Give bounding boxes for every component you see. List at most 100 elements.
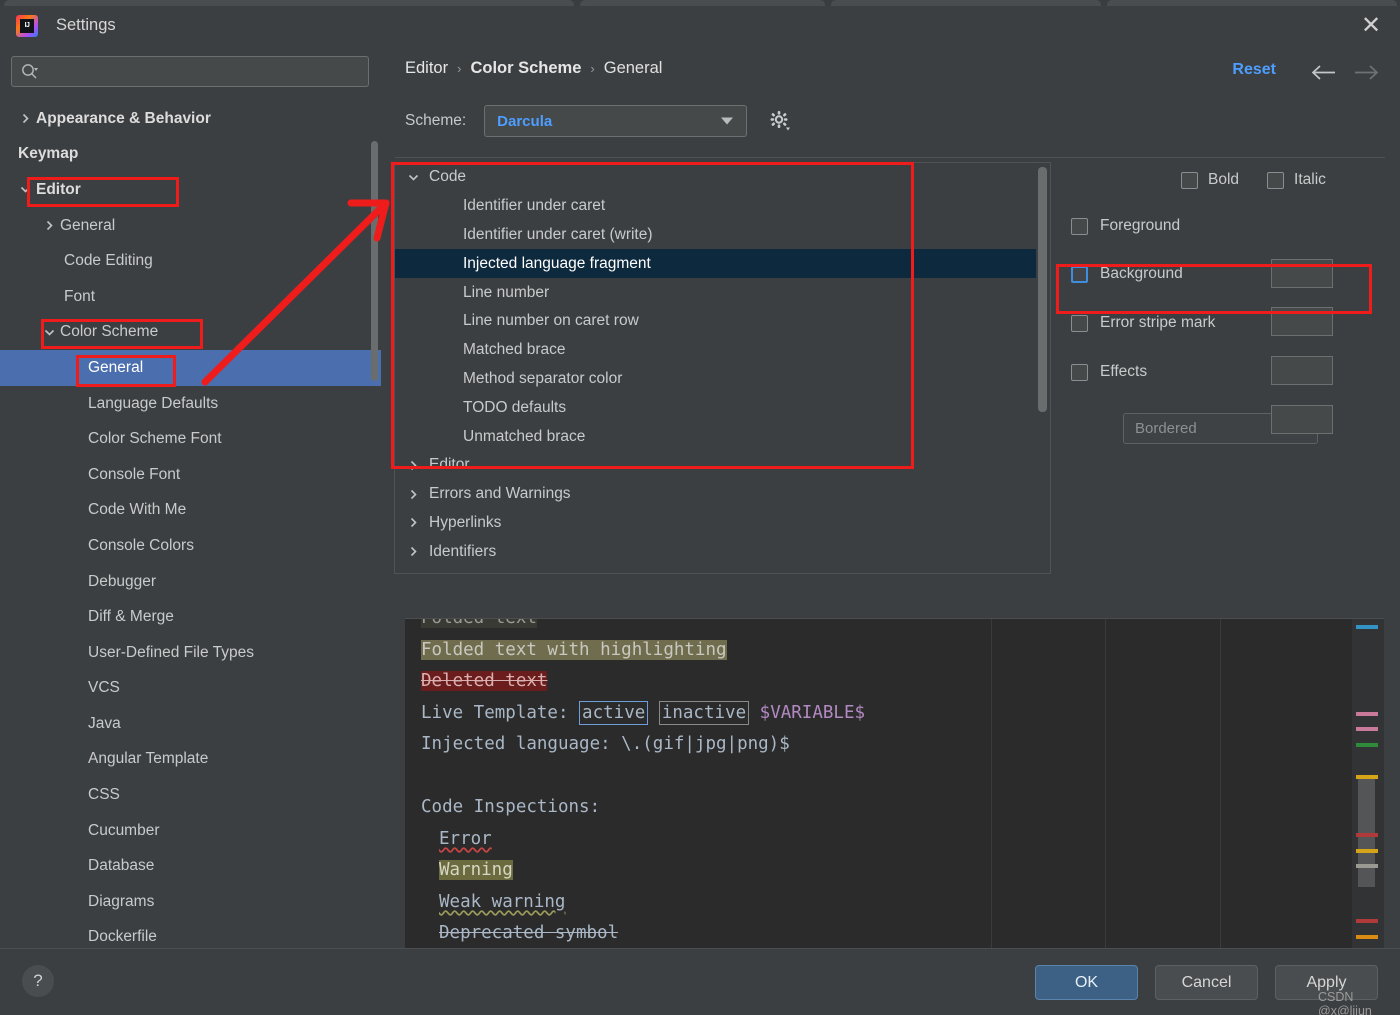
italic-checkbox[interactable] <box>1267 171 1285 189</box>
foreground-color-swatch[interactable] <box>1271 259 1333 288</box>
breadcrumb-item-color-scheme[interactable]: Color Scheme <box>470 59 581 78</box>
color-tree-row-identifiers[interactable]: Identifiers <box>395 537 1050 566</box>
background-color-swatch[interactable] <box>1271 307 1333 336</box>
sidebar-item-css[interactable]: CSS <box>0 777 381 813</box>
sidebar-item-angular-template[interactable]: Angular Template <box>0 742 381 778</box>
effects-color-swatch[interactable] <box>1271 405 1333 434</box>
watermark: CSDN @x@lijun <box>1318 990 1372 1015</box>
sidebar-item-user-defined-file-types[interactable]: User-Defined File Types <box>0 635 381 671</box>
dialog-footer: ? OK Cancel Apply <box>0 948 1400 1015</box>
error-stripe-marker[interactable] <box>1356 712 1378 716</box>
sidebar-item-label: General <box>88 358 144 376</box>
error-stripe-marker[interactable] <box>1356 833 1378 837</box>
sidebar-scrollbar-track[interactable] <box>371 101 378 948</box>
error-stripe-marker[interactable] <box>1356 935 1378 939</box>
color-tree-row-line-number-on-caret-row[interactable]: Line number on caret row <box>395 307 1050 336</box>
color-tree-row-injected-language-fragment[interactable]: Injected language fragment <box>395 249 1050 279</box>
sidebar-item-general[interactable]: General <box>0 208 381 244</box>
error-stripe-marker[interactable] <box>1356 727 1378 731</box>
italic-checkbox-group[interactable]: Italic <box>1267 171 1326 189</box>
sidebar-item-debugger[interactable]: Debugger <box>0 564 381 600</box>
sidebar-item-appearance-behavior[interactable]: Appearance & Behavior <box>0 101 381 137</box>
breadcrumb-item-editor[interactable]: Editor <box>405 59 448 78</box>
error-stripe-marker[interactable] <box>1356 625 1378 629</box>
foreground-checkbox[interactable] <box>1071 217 1088 235</box>
error-stripe-mark-color-swatch[interactable] <box>1271 356 1333 385</box>
sidebar-item-keymap[interactable]: Keymap <box>0 137 381 173</box>
sidebar-item-label: Language Defaults <box>88 394 219 412</box>
error-stripe-marker[interactable] <box>1356 849 1378 853</box>
color-tree-row-code[interactable]: Code <box>395 163 1050 192</box>
sidebar-item-diagrams[interactable]: Diagrams <box>0 884 381 920</box>
bold-checkbox-group[interactable]: Bold <box>1181 171 1239 189</box>
error-stripe-panel[interactable] <box>1352 619 1384 981</box>
color-tree-row-label: Injected language fragment <box>463 254 651 272</box>
sidebar-item-java[interactable]: Java <box>0 706 381 742</box>
scheme-dropdown[interactable]: Darcula <box>484 105 748 137</box>
sidebar-item-dockerfile[interactable]: Dockerfile <box>0 920 381 948</box>
search-input[interactable] <box>38 64 368 79</box>
color-tree-row-errors-and-warnings[interactable]: Errors and Warnings <box>395 480 1050 509</box>
color-tree-row-editor[interactable]: Editor <box>395 451 1050 480</box>
color-attributes-tree[interactable]: Code Identifier under caret Identifier und… <box>395 163 1050 573</box>
reset-button[interactable]: Reset <box>1232 61 1276 79</box>
sidebar-item-color-scheme-font[interactable]: Color Scheme Font <box>0 421 381 457</box>
sidebar-item-cucumber[interactable]: Cucumber <box>0 813 381 849</box>
error-stripe-marker[interactable] <box>1356 743 1378 747</box>
chevron-down-icon[interactable] <box>18 183 32 197</box>
chevron-right-icon[interactable] <box>405 515 421 531</box>
preview-line-blank <box>421 761 1400 793</box>
sidebar-item-editor[interactable]: Editor <box>0 172 381 208</box>
arrow-right-icon <box>1352 59 1380 85</box>
gear-icon[interactable] <box>767 108 793 134</box>
chevron-down-icon[interactable] <box>42 325 56 339</box>
color-tree-scrollbar-thumb[interactable] <box>1038 167 1047 412</box>
search-box[interactable] <box>11 56 369 87</box>
sidebar-tree[interactable]: Appearance & Behavior Keymap Editor General… <box>0 101 381 948</box>
sidebar-item-color-scheme[interactable]: Color Scheme <box>0 315 381 351</box>
color-tree-row-unmatched-brace[interactable]: Unmatched brace <box>395 422 1050 451</box>
error-stripe-mark-checkbox[interactable] <box>1071 314 1088 332</box>
bold-checkbox[interactable] <box>1181 171 1198 189</box>
code-preview[interactable]: Folded text Folded text with highlightin… <box>405 618 1400 981</box>
color-tree-row-identifier-under-caret-write[interactable]: Identifier under caret (write) <box>395 221 1050 250</box>
chevron-right-icon[interactable] <box>405 457 421 473</box>
color-tree-row-identifier-under-caret[interactable]: Identifier under caret <box>395 192 1050 221</box>
chevron-down-icon[interactable] <box>405 169 421 185</box>
sidebar-item-font[interactable]: Font <box>0 279 381 315</box>
chevron-right-icon[interactable] <box>42 219 56 233</box>
chevron-right-icon[interactable] <box>18 112 32 126</box>
preview-scrollbar-thumb[interactable] <box>1358 775 1375 887</box>
effects-checkbox[interactable] <box>1071 363 1088 381</box>
arrow-left-icon[interactable] <box>1310 59 1338 85</box>
help-button[interactable]: ? <box>22 965 54 997</box>
error-stripe-marker[interactable] <box>1356 864 1378 868</box>
sidebar-item-general[interactable]: General <box>0 350 381 386</box>
sidebar-item-language-defaults[interactable]: Language Defaults <box>0 386 381 422</box>
sidebar-item-diff-merge[interactable]: Diff & Merge <box>0 599 381 635</box>
sidebar-item-console-colors[interactable]: Console Colors <box>0 528 381 564</box>
sidebar-item-vcs[interactable]: VCS <box>0 671 381 707</box>
sidebar-item-code-editing[interactable]: Code Editing <box>0 243 381 279</box>
sidebar-scrollbar-thumb[interactable] <box>371 141 378 381</box>
search-icon <box>21 63 38 80</box>
chevron-right-icon[interactable] <box>405 544 421 560</box>
color-tree-row-hyperlinks[interactable]: Hyperlinks <box>395 509 1050 538</box>
chevron-right-icon[interactable] <box>405 486 421 502</box>
color-tree-row-label: Code <box>429 168 467 186</box>
color-tree-row-matched-brace[interactable]: Matched brace <box>395 336 1050 365</box>
dialog-body: Appearance & Behavior Keymap Editor General… <box>0 45 1400 981</box>
background-checkbox[interactable] <box>1071 265 1088 283</box>
close-icon[interactable]: ✕ <box>1342 6 1400 45</box>
attribute-label: Effects <box>1100 363 1148 380</box>
ok-button[interactable]: OK <box>1035 965 1138 1000</box>
sidebar-item-console-font[interactable]: Console Font <box>0 457 381 493</box>
color-tree-row-todo-defaults[interactable]: TODO defaults <box>395 393 1050 422</box>
error-stripe-marker[interactable] <box>1356 919 1378 923</box>
cancel-button[interactable]: Cancel <box>1155 965 1258 1000</box>
sidebar-item-code-with-me[interactable]: Code With Me <box>0 493 381 529</box>
error-stripe-marker[interactable] <box>1356 775 1378 779</box>
sidebar-item-database[interactable]: Database <box>0 848 381 884</box>
color-tree-row-method-separator-color[interactable]: Method separator color <box>395 365 1050 394</box>
color-tree-row-line-number[interactable]: Line number <box>395 278 1050 307</box>
